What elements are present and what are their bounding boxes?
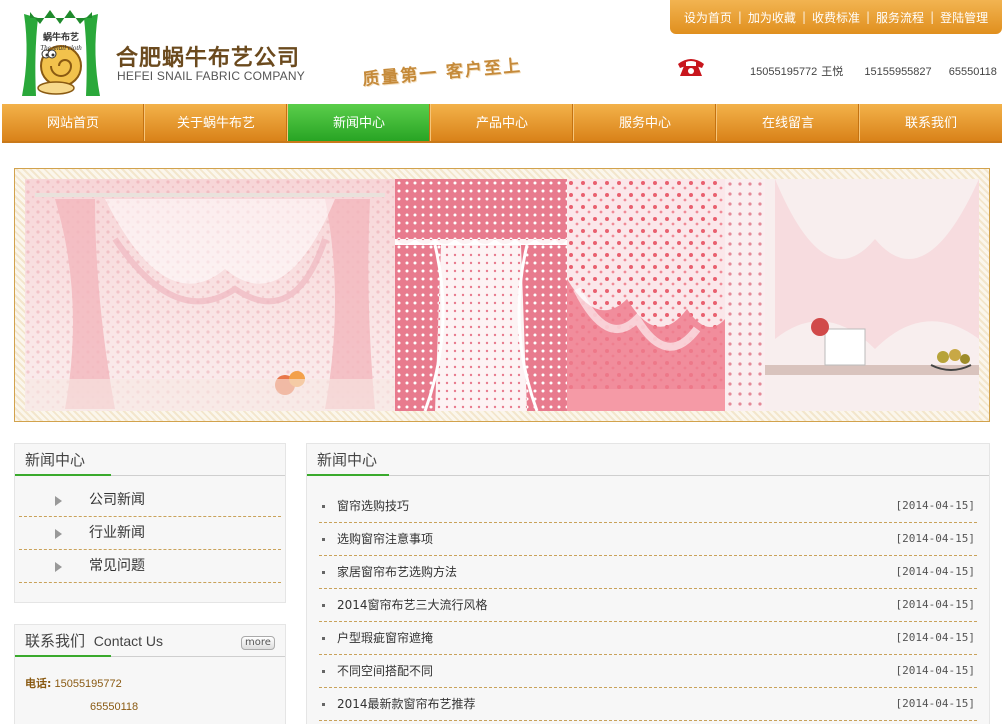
news-date: [2014-04-15]: [895, 532, 975, 545]
company-name-en: HEFEI SNAIL FABRIC COMPANY: [117, 69, 305, 83]
contact-heading-en: Contact Us: [93, 633, 164, 649]
news-title[interactable]: 2014最新款窗帘布艺推荐: [337, 688, 476, 720]
news-item[interactable]: 窗帘选购技巧 [2014-04-15]: [319, 490, 977, 523]
set-homepage-link[interactable]: 设为首页: [682, 9, 734, 26]
curtain-photo-4: [725, 179, 979, 411]
company-name-cn: 合肥蜗牛布艺公司: [116, 46, 301, 71]
svg-text:蜗牛布艺: 蜗牛布艺: [43, 31, 79, 43]
more-button[interactable]: more: [241, 636, 275, 650]
news-title[interactable]: 户型瑕疵窗帘遮掩: [337, 622, 433, 654]
category-industry-news[interactable]: 行业新闻: [19, 517, 281, 550]
title-underline: [15, 655, 111, 657]
news-title[interactable]: 家居窗帘布艺选购方法: [337, 556, 457, 588]
phone-number-1: 15055195772: [750, 66, 818, 78]
nav-about[interactable]: 关于蜗牛布艺: [145, 104, 288, 141]
news-date: [2014-04-15]: [895, 631, 975, 644]
news-item[interactable]: 户型瑕疵窗帘遮掩 [2014-04-15]: [319, 622, 977, 655]
curtain-photo-3: [567, 179, 725, 411]
category-label: 行业新闻: [89, 525, 145, 541]
bullet-icon: [322, 670, 325, 673]
bullet-icon: [322, 538, 325, 541]
news-title[interactable]: 选购窗帘注意事项: [337, 523, 433, 555]
contact-phone-1: 15055195772: [54, 678, 122, 690]
nav-contact[interactable]: 联系我们: [860, 104, 1002, 141]
category-company-news[interactable]: 公司新闻: [19, 484, 281, 517]
news-date: [2014-04-15]: [895, 697, 975, 710]
title-underline: [15, 474, 111, 476]
svg-text:The snail cloth: The snail cloth: [40, 44, 82, 52]
phone-number-3: 65550118: [948, 66, 997, 78]
nav-news[interactable]: 新闻中心: [288, 104, 431, 141]
top-links-bar: 设为首页 | 加为收藏 | 收费标准 | 服务流程 | 登陆管理: [670, 0, 1002, 34]
bullet-icon: [322, 604, 325, 607]
news-item[interactable]: 家居窗帘布艺选购方法 [2014-04-15]: [319, 556, 977, 589]
news-list-box: 新闻中心 窗帘选购技巧 [2014-04-15] 选购窗帘注意事项 [2014-…: [306, 443, 990, 724]
news-title[interactable]: 窗帘选购技巧: [337, 490, 409, 522]
news-date: [2014-04-15]: [895, 664, 975, 677]
category-faq[interactable]: 常见问题: [19, 550, 281, 583]
triangle-right-icon: [55, 529, 62, 539]
separator: |: [866, 10, 871, 24]
separator: |: [801, 10, 806, 24]
news-category-heading: 新闻中心: [25, 451, 86, 469]
site-header: 蜗牛布艺 The snail cloth 合肥蜗牛布艺公司 HEFEI SNAI…: [0, 0, 1004, 104]
contact-person: 王悦: [821, 66, 844, 78]
nav-message[interactable]: 在线留言: [717, 104, 860, 141]
pricing-link[interactable]: 收费标准: [810, 9, 862, 26]
news-item[interactable]: 不同空间搭配不同 [2014-04-15]: [319, 655, 977, 688]
curtain-photo-1: [25, 179, 395, 411]
triangle-right-icon: [55, 496, 62, 506]
contact-phone-2: 65550118: [90, 701, 139, 713]
category-label: 常见问题: [89, 558, 145, 574]
news-date: [2014-04-15]: [895, 598, 975, 611]
news-date: [2014-04-15]: [895, 565, 975, 578]
logo-wordmark: 蜗牛布艺 The snail cloth: [40, 31, 82, 52]
contact-details: 电话: 15055195772 65550118: [15, 657, 285, 723]
contact-heading: 联系我们: [25, 632, 86, 650]
news-category-title: 新闻中心: [15, 444, 285, 476]
telephone-icon: [678, 59, 704, 76]
curtain-photo-2: [395, 179, 567, 411]
news-category-box: 新闻中心 公司新闻 行业新闻 常见问题: [14, 443, 286, 603]
news-date: [2014-04-15]: [895, 499, 975, 512]
banner-image[interactable]: [25, 179, 979, 411]
bullet-icon: [322, 571, 325, 574]
add-favorite-link[interactable]: 加为收藏: [746, 9, 798, 26]
separator: |: [930, 10, 935, 24]
bullet-icon: [322, 637, 325, 640]
title-underline: [307, 474, 389, 476]
slogan: 质量第一 客户至上: [361, 56, 523, 90]
news-item[interactable]: 选购窗帘注意事项 [2014-04-15]: [319, 523, 977, 556]
news-title[interactable]: 不同空间搭配不同: [337, 655, 433, 687]
nav-products[interactable]: 产品中心: [431, 104, 574, 141]
category-list: 公司新闻 行业新闻 常见问题: [15, 476, 285, 583]
admin-login-link[interactable]: 登陆管理: [938, 9, 990, 26]
bullet-icon: [322, 703, 325, 706]
bullet-icon: [322, 505, 325, 508]
phone-numbers: 15055195772 王悦 15155955827 65550118: [750, 63, 997, 79]
news-item[interactable]: 2014最新款窗帘布艺推荐 [2014-04-15]: [319, 688, 977, 721]
nav-service[interactable]: 服务中心: [574, 104, 717, 141]
contact-title: 联系我们 Contact Us more: [15, 625, 285, 657]
phone-label: 电话:: [25, 677, 52, 690]
news-list-heading: 新闻中心: [317, 451, 378, 469]
contact-box: 联系我们 Contact Us more 电话: 15055195772 655…: [14, 624, 286, 724]
nav-home[interactable]: 网站首页: [2, 104, 145, 141]
category-label: 公司新闻: [89, 492, 145, 508]
main-nav: 网站首页 关于蜗牛布艺 新闻中心 产品中心 服务中心 在线留言 联系我们: [2, 104, 1002, 143]
separator: |: [737, 10, 742, 24]
phone-number-2: 15155955827: [864, 66, 932, 78]
service-process-link[interactable]: 服务流程: [874, 9, 926, 26]
news-item[interactable]: 2014窗帘布艺三大流行风格 [2014-04-15]: [319, 589, 977, 622]
triangle-right-icon: [55, 562, 62, 572]
news-list: 窗帘选购技巧 [2014-04-15] 选购窗帘注意事项 [2014-04-15…: [307, 476, 989, 721]
news-list-title: 新闻中心: [307, 444, 989, 476]
news-title[interactable]: 2014窗帘布艺三大流行风格: [337, 589, 488, 621]
banner-frame: [14, 168, 990, 422]
